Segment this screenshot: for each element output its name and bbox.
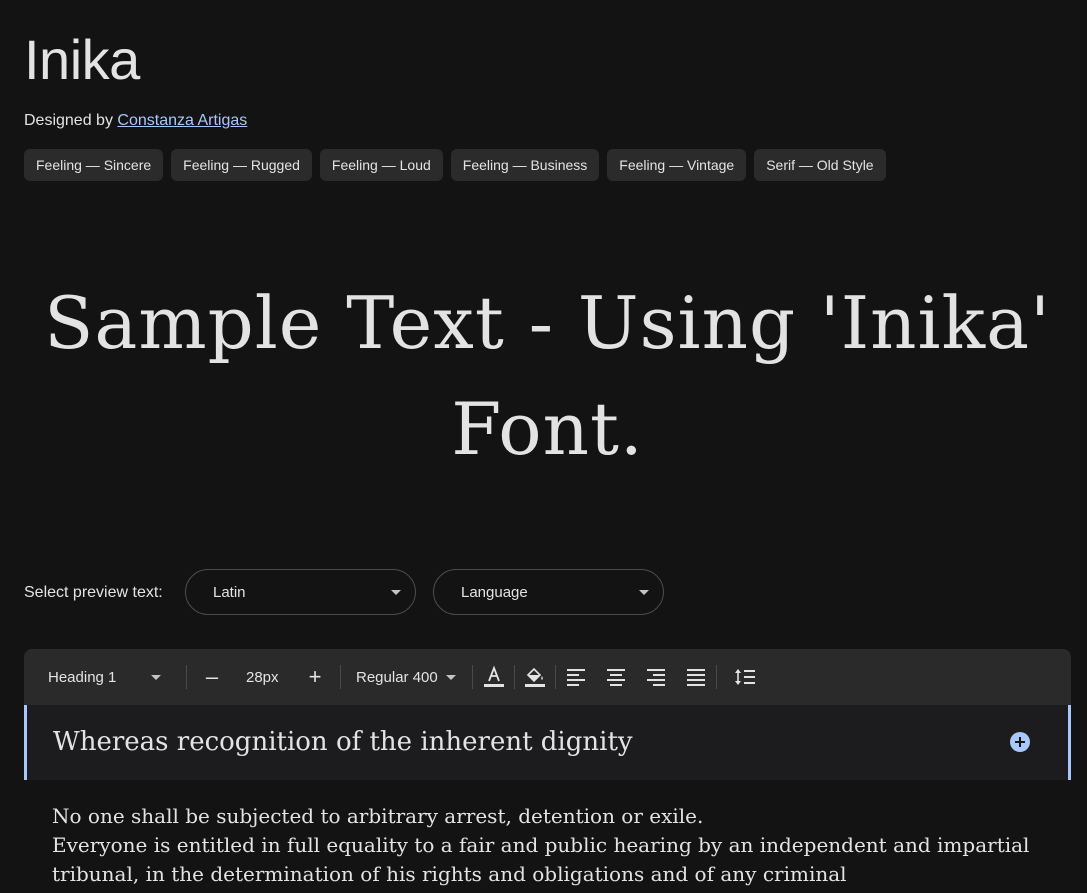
sample-text: Sample Text - Using 'Inika' Font.	[44, 281, 1051, 471]
add-block-button[interactable]	[1010, 732, 1030, 752]
tag-chip[interactable]: Feeling — Sincere	[24, 149, 164, 181]
tag-chip[interactable]: Feeling — Vintage	[607, 149, 747, 181]
toolbar-divider	[514, 665, 515, 689]
preview-editor[interactable]: Whereas recognition of the inherent dign…	[24, 705, 1071, 893]
heading-block[interactable]: Whereas recognition of the inherent dign…	[24, 705, 1071, 780]
tag-chip[interactable]: Serif — Old Style	[754, 149, 886, 181]
align-right-button[interactable]	[646, 649, 668, 705]
align-center-icon	[607, 669, 625, 686]
tag-chip[interactable]: Feeling — Rugged	[171, 149, 312, 181]
heading-text[interactable]: Whereas recognition of the inherent dign…	[53, 725, 633, 759]
align-justify-button[interactable]	[686, 649, 708, 705]
paragraph-text: No one shall be subjected to arbitrary a…	[52, 804, 704, 828]
toolbar-divider	[555, 665, 556, 689]
chevron-down-icon	[639, 590, 649, 595]
script-select[interactable]: Latin	[185, 569, 416, 615]
toolbar-divider	[472, 665, 473, 689]
toolbar-divider	[340, 665, 341, 689]
designer-line: Designed by Constanza Artigas	[24, 110, 247, 132]
designer-link[interactable]: Constanza Artigas	[117, 112, 247, 129]
editor-toolbar: Heading 1 – 28px + Regular 400	[24, 649, 1071, 705]
font-title: Inika	[24, 28, 140, 91]
block-style-select[interactable]: Heading 1	[48, 649, 188, 705]
font-weight-select[interactable]: Regular 400	[356, 649, 466, 705]
font-size-value[interactable]: 28px	[246, 649, 286, 705]
highlight-color-icon	[525, 667, 545, 687]
text-color-button[interactable]	[483, 649, 505, 705]
decrease-size-button[interactable]: –	[202, 649, 222, 705]
align-justify-icon	[687, 669, 705, 686]
block-style-value: Heading 1	[48, 668, 117, 686]
align-right-icon	[647, 669, 665, 686]
align-left-icon	[567, 669, 585, 686]
font-specimen-page: Inika Designed by Constanza Artigas Feel…	[0, 0, 1087, 893]
highlight-color-button[interactable]	[524, 649, 546, 705]
tag-list: Feeling — Sincere Feeling — Rugged Feeli…	[24, 149, 886, 181]
script-select-value: Latin	[213, 584, 246, 601]
preview-text-label: Select preview text:	[24, 584, 163, 601]
line-height-icon	[735, 669, 755, 685]
toolbar-divider	[186, 665, 187, 689]
align-center-button[interactable]	[606, 649, 628, 705]
chevron-down-icon	[151, 675, 161, 680]
chevron-down-icon	[391, 590, 401, 595]
language-select-value: Language	[461, 584, 528, 601]
tag-chip[interactable]: Feeling — Loud	[319, 149, 443, 181]
toolbar-divider	[716, 665, 717, 689]
tag-chip[interactable]: Feeling — Business	[450, 149, 600, 181]
text-color-icon	[484, 665, 504, 687]
paragraph-text: Everyone is entitled in full equality to…	[52, 833, 1030, 886]
increase-size-button[interactable]: +	[305, 649, 325, 705]
chevron-down-icon	[446, 675, 456, 680]
designed-by-label: Designed by	[24, 112, 113, 129]
line-height-button[interactable]	[734, 649, 758, 705]
align-left-button[interactable]	[566, 649, 588, 705]
language-select[interactable]: Language	[433, 569, 664, 615]
paragraph-block[interactable]: No one shall be subjected to arbitrary a…	[52, 802, 1042, 889]
font-weight-value: Regular 400	[356, 668, 438, 686]
